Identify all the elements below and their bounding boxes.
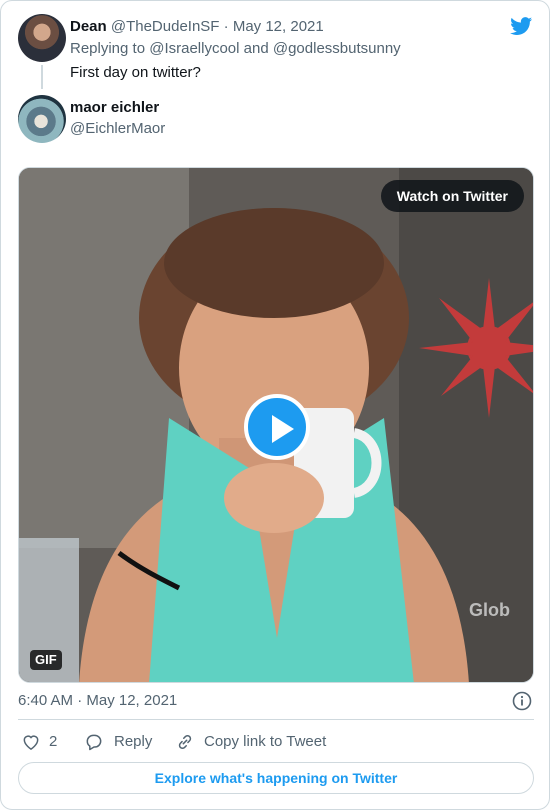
header-separator: ·: [223, 18, 229, 35]
replying-and: and: [243, 40, 269, 57]
footer-divider: [18, 719, 534, 720]
reply-mention-2[interactable]: @godlessbutsunny: [273, 40, 401, 57]
play-icon[interactable]: [244, 394, 310, 460]
quoted-author-handle[interactable]: @EichlerMaor: [70, 119, 165, 139]
link-icon: [178, 734, 192, 750]
embedded-tweet-card: Dean @TheDudeInSF · May 12, 2021 Replyin…: [0, 0, 550, 810]
tweet-date[interactable]: May 12, 2021: [233, 18, 324, 35]
tweet-header: Dean @TheDudeInSF · May 12, 2021: [70, 17, 324, 37]
twitter-bird-icon[interactable]: [509, 15, 534, 37]
tweet-text: First day on twitter?: [70, 64, 201, 81]
watch-on-twitter-button[interactable]: Watch on Twitter: [380, 180, 524, 212]
heart-icon: [23, 735, 39, 750]
svg-text:Glob: Glob: [469, 600, 510, 620]
like-action[interactable]: 2: [21, 732, 65, 752]
replying-to-line: Replying to @Israellycool and @godlessbu…: [70, 39, 401, 59]
dean-avatar[interactable]: [18, 14, 66, 62]
reply-mention-1[interactable]: @Israellycool: [149, 40, 239, 57]
gif-badge: GIF: [30, 650, 62, 670]
maor-avatar[interactable]: [18, 95, 66, 143]
explore-twitter-button[interactable]: Explore what's happening on Twitter: [18, 762, 534, 794]
reply-icon: [86, 734, 102, 751]
copy-link-label: Copy link to Tweet: [204, 733, 327, 750]
copy-link-action[interactable]: Copy link to Tweet: [175, 732, 335, 752]
tweet-timestamp[interactable]: 6:40 AM · May 12, 2021: [18, 691, 177, 711]
info-icon[interactable]: [512, 691, 532, 711]
gif-media[interactable]: Glob Watch on Twitter GIF: [18, 167, 534, 683]
thread-connector-line: [41, 65, 43, 89]
author-name[interactable]: Dean: [70, 18, 107, 35]
like-count: 2: [49, 733, 58, 750]
author-handle[interactable]: @TheDudeInSF: [111, 18, 220, 35]
replying-prefix: Replying to: [70, 40, 146, 57]
quoted-author-name[interactable]: maor eichler: [70, 98, 159, 118]
reply-action[interactable]: Reply: [84, 732, 164, 752]
reply-label: Reply: [114, 733, 153, 750]
